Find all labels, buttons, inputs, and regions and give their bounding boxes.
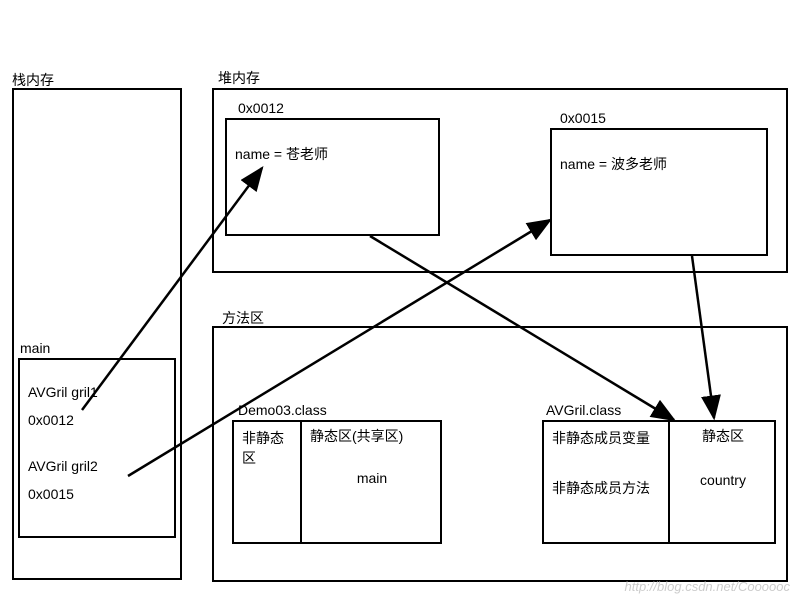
avgril-static-cell: 静态区 country (670, 420, 776, 544)
gril1-decl: AVGril gril1 (20, 378, 174, 406)
demo03-nonstatic-label: 非静态区 (234, 422, 300, 474)
avgril-nonstatic-methods: 非静态成员方法 (544, 472, 668, 504)
demo03-static-cell: 静态区(共享区) main (302, 420, 442, 544)
avgril-static-label: 静态区 (670, 420, 776, 452)
avgril-static-country: country (670, 466, 776, 494)
avgril-nonstatic-vars: 非静态成员变量 (544, 422, 668, 454)
gril2-addr: 0x0015 (20, 480, 174, 508)
heap-title: 堆内存 (218, 68, 260, 88)
stack-title: 栈内存 (12, 70, 54, 90)
main-frame-box: AVGril gril1 0x0012 AVGril gril2 0x0015 (18, 358, 176, 538)
obj1-field: name = 苍老师 (227, 138, 438, 170)
main-frame-label: main (20, 340, 50, 356)
obj2-field: name = 波多老师 (552, 148, 766, 180)
gril1-addr: 0x0012 (20, 406, 174, 434)
avgril-class-label: AVGril.class (546, 402, 621, 418)
demo03-nonstatic-cell: 非静态区 (232, 420, 302, 544)
demo03-static-label: 静态区(共享区) (302, 420, 442, 452)
obj2-box: name = 波多老师 (550, 128, 768, 256)
watermark: http://blog.csdn.net/Coooooc (624, 579, 790, 594)
gril2-decl: AVGril gril2 (20, 452, 174, 480)
method-area-title: 方法区 (222, 308, 264, 328)
obj1-addr: 0x0012 (238, 100, 284, 116)
obj1-box: name = 苍老师 (225, 118, 440, 236)
demo03-class-label: Demo03.class (238, 402, 327, 418)
avgril-nonstatic-cell: 非静态成员变量 非静态成员方法 (542, 420, 670, 544)
obj2-addr: 0x0015 (560, 110, 606, 126)
demo03-static-main: main (302, 464, 442, 492)
